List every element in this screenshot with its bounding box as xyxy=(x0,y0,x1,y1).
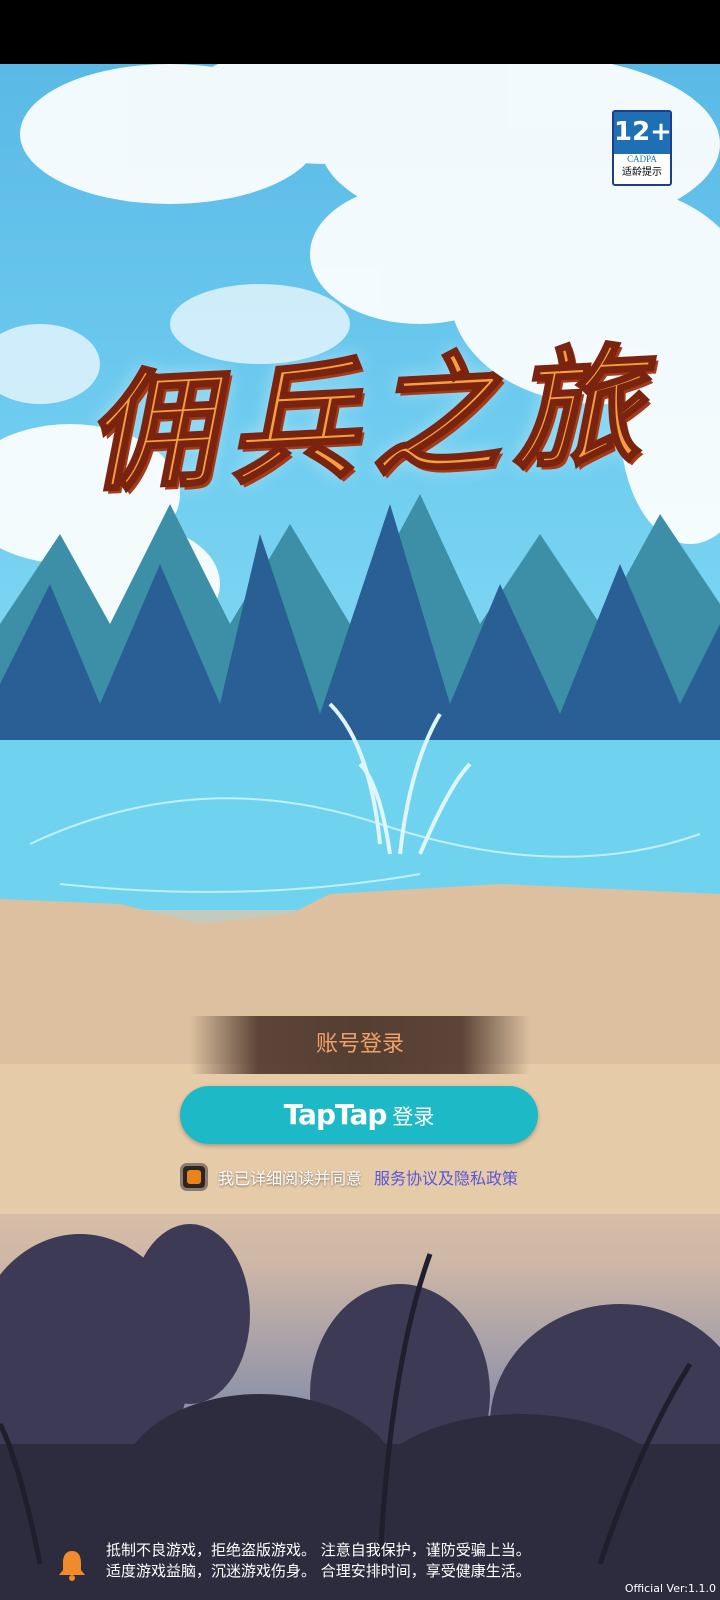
agreement-text: 我已详细阅读并同意 xyxy=(218,1169,363,1188)
bell-icon xyxy=(59,1551,85,1581)
age-rating-badge: 12+ CADPA 适龄提示 xyxy=(612,110,672,186)
version-label: Official Ver:1.1.0 xyxy=(624,1582,716,1595)
taptap-brand: TapTap xyxy=(283,1098,388,1131)
age-rating-org: CADPA xyxy=(627,154,657,164)
age-rating-label: 12+ xyxy=(614,112,672,154)
background-scene xyxy=(0,64,720,1600)
notice-line-2: 适度游戏益脑，沉迷游戏伤身。 合理安排时间，享受健康生活。 xyxy=(106,1562,531,1580)
notice-line-1: 抵制不良游戏，拒绝盗版游戏。 注意自我保护，谨防受骗上当。 xyxy=(106,1541,531,1559)
policy-link[interactable]: 服务协议及隐私政策 xyxy=(374,1165,518,1189)
status-bar xyxy=(0,0,720,64)
agreement-checkbox[interactable] xyxy=(180,1163,208,1191)
checkbox-checked-mark xyxy=(187,1170,201,1184)
taptap-login-label: 登录 xyxy=(392,1105,435,1129)
taptap-login-button[interactable]: TapTap 登录 xyxy=(180,1086,538,1144)
account-login-button[interactable]: 账号登录 xyxy=(190,1016,530,1074)
age-rating-caption: 适龄提示 xyxy=(622,167,662,178)
health-notice: 抵制不良游戏，拒绝盗版游戏。 注意自我保护，谨防受骗上当。 适度游戏益脑，沉迷游… xyxy=(50,1540,670,1600)
game-title-logo: 佣兵之旅 xyxy=(81,329,659,512)
scenery-illustration xyxy=(0,64,720,1600)
agreement-row: 我已详细阅读并同意 服务协议及隐私政策 xyxy=(180,1160,518,1194)
